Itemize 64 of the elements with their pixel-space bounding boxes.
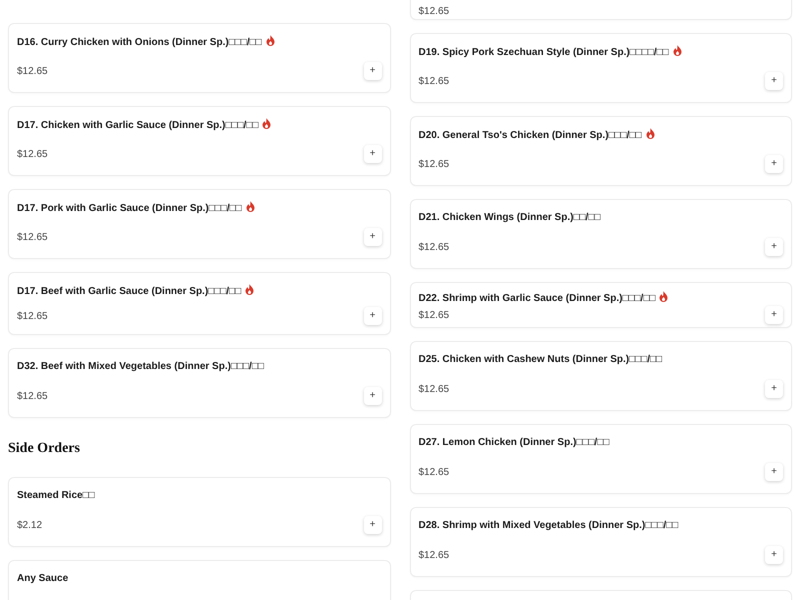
flame-icon — [262, 118, 272, 129]
dish-name: D16. Curry Chicken with Onions (Dinner Sp.)□□□/□□ — [17, 35, 382, 50]
add-button[interactable]: + — [765, 380, 783, 398]
menu-card[interactable]: D21. Chicken Wings (Dinner Sp.)□□/□□ $12.65 + — [410, 199, 792, 269]
menu-card[interactable]: $12.65 — [410, 0, 792, 20]
add-button[interactable]: + — [364, 145, 382, 163]
dish-name: D17. Chicken with Garlic Sauce (Dinner Sp.)□□□/□□ — [17, 118, 382, 133]
menu-card[interactable]: D22. Shrimp with Garlic Sauce (Dinner Sp.)□□□/□□ $12.65 + — [410, 282, 792, 328]
menu-card[interactable]: D28. Shrimp with Mixed Vegetables (Dinner Sp.)□□□/□□ $12.65 + — [410, 507, 792, 577]
menu-card[interactable]: D27. Lemon Chicken (Dinner Sp.)□□□/□□ $12.65 + — [410, 424, 792, 494]
menu-card[interactable]: D17. Beef with Garlic Sauce (Dinner Sp.)□□□/□□ $12.65 + — [8, 272, 390, 335]
price: $12.65 — [418, 5, 450, 19]
flame-icon — [659, 291, 668, 302]
add-button[interactable]: + — [765, 546, 783, 564]
flame-icon — [246, 201, 255, 212]
add-button[interactable]: + — [364, 307, 382, 325]
add-button[interactable]: + — [364, 387, 382, 405]
menu-card[interactable]: D25. Chicken with Cashew Nuts (Dinner Sp.)□□□/□□ $12.65 + — [410, 341, 792, 411]
price: $12.65 — [418, 548, 450, 562]
menu-card[interactable]: D17. Chicken with Garlic Sauce (Dinner Sp.)□□□/□□ $12.65 + — [8, 106, 390, 176]
menu-card[interactable]: Steamed Rice□□ $2.12 + — [8, 477, 390, 547]
dish-name: Any Sauce — [17, 572, 70, 586]
flame-icon — [266, 35, 275, 46]
price: $12.65 — [17, 64, 48, 78]
add-button[interactable]: + — [765, 306, 783, 324]
menu-card[interactable]: Any Sauce — [8, 560, 390, 600]
dish-name: D20. General Tso's Chicken (Dinner Sp.)□□□/□□ — [418, 128, 783, 143]
dish-name: D28. Shrimp with Mixed Vegetables (Dinner Sp.)□□□/□□ — [418, 519, 680, 533]
price: $12.65 — [418, 308, 450, 322]
menu-card[interactable]: D17. Pork with Garlic Sauce (Dinner Sp.)□□□/□□ $12.65 + — [8, 189, 390, 259]
dish-name: D27. Lemon Chicken (Dinner Sp.)□□□/□□ — [418, 436, 610, 450]
dish-name: D22. Shrimp with Garlic Sauce (Dinner Sp.)□□□/□□ — [418, 291, 783, 306]
menu-card[interactable]: D20. General Tso's Chicken (Dinner Sp.)□□□/□□ $12.65 + — [410, 116, 792, 186]
add-button[interactable]: + — [765, 238, 783, 256]
add-button[interactable]: + — [364, 516, 382, 534]
section-heading: Side Orders — [8, 440, 81, 458]
price: $12.65 — [17, 310, 48, 324]
add-button[interactable]: + — [364, 62, 382, 80]
menu-card[interactable]: D16. Curry Chicken with Onions (Dinner Sp.)□□□/□□ $12.65 + — [8, 23, 390, 93]
dish-name: Steamed Rice□□ — [17, 489, 96, 503]
dish-name: D21. Chicken Wings (Dinner Sp.)□□/□□ — [418, 211, 602, 225]
add-button[interactable]: + — [765, 72, 783, 90]
flame-icon — [672, 45, 682, 56]
dish-name: D19. Spicy Pork Szechuan Style (Dinner Sp.)□□□□/□□ — [418, 45, 783, 60]
price: $12.65 — [418, 158, 450, 172]
add-button[interactable]: + — [364, 228, 382, 246]
price: $12.65 — [418, 74, 450, 88]
price: $12.65 — [17, 230, 48, 244]
price: $12.65 — [418, 466, 450, 480]
add-button[interactable]: + — [765, 155, 783, 173]
price: $2.12 — [17, 518, 42, 532]
price: $12.65 — [17, 390, 48, 404]
dish-name: D32. Beef with Mixed Vegetables (Dinner Sp.)□□□/□□ — [17, 360, 265, 374]
price: $12.65 — [17, 148, 48, 162]
dish-name: D25. Chicken with Cashew Nuts (Dinner Sp.)□□□/□□ — [418, 353, 664, 367]
menu-card[interactable]: D32. Beef with Mixed Vegetables (Dinner Sp.)□□□/□□ $12.65 + — [8, 348, 390, 418]
price: $12.65 — [418, 240, 450, 254]
price: $12.65 — [418, 382, 450, 396]
flame-icon — [646, 128, 654, 139]
flame-icon — [245, 284, 254, 295]
menu-card[interactable]: D19. Spicy Pork Szechuan Style (Dinner Sp.)□□□□/□□ $12.65 + — [410, 33, 792, 103]
add-button[interactable]: + — [765, 463, 783, 481]
dish-name: D17. Pork with Garlic Sauce (Dinner Sp.)□□□/□□ — [17, 201, 382, 216]
dish-name: D17. Beef with Garlic Sauce (Dinner Sp.)□□□/□□ — [17, 284, 382, 299]
